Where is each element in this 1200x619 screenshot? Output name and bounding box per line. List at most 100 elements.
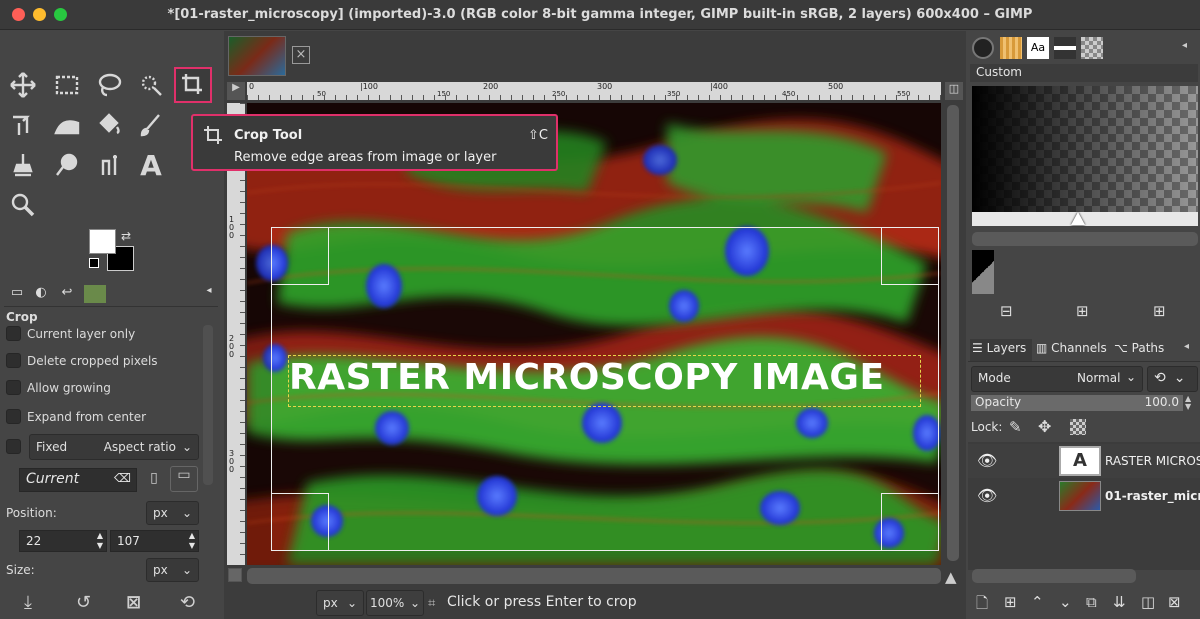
fixed-checkbox[interactable] (6, 439, 21, 454)
gradients-tab-icon[interactable] (1081, 37, 1103, 59)
composite-mode-dropdown[interactable]: ⟲ ⌄ (1147, 366, 1198, 392)
eye-icon[interactable]: 👁 (977, 451, 997, 470)
patterns-tab-icon[interactable] (1000, 37, 1022, 59)
rect-select-icon[interactable] (48, 67, 86, 103)
bucket-fill-icon[interactable] (90, 107, 128, 143)
delete-cropped-checkbox[interactable] (6, 353, 21, 368)
allow-growing-option[interactable]: Allow growing (6, 380, 111, 395)
fuzzy-select-icon[interactable] (132, 67, 170, 103)
horizontal-scrollbar[interactable] (247, 568, 941, 584)
allow-growing-checkbox[interactable] (6, 380, 21, 395)
lower-layer-icon[interactable]: ⌄ (1059, 593, 1072, 611)
layer-row[interactable]: 👁 A RASTER MICROS (968, 444, 1200, 478)
layers-scrollbar[interactable] (972, 569, 1136, 583)
device-status-tab-icon[interactable]: ◐ (30, 285, 52, 305)
delete-gradient-icon[interactable]: ⊟ (1000, 302, 1013, 320)
merge-layer-icon[interactable]: ⇊ (1113, 593, 1126, 611)
crop-handle-top-right[interactable] (881, 227, 939, 285)
image-canvas[interactable]: RASTER MICROSCOPY IMAGE (247, 103, 941, 565)
status-unit-dropdown[interactable]: px ⌄ (316, 590, 364, 616)
dock-menu-icon[interactable]: ◂ (1182, 40, 1187, 51)
layer-mask-icon[interactable]: ◫ (1141, 593, 1155, 611)
lock-position-icon[interactable]: ✥ (1038, 417, 1051, 436)
position-y-input[interactable]: 107 ▲ ▼ (110, 530, 199, 552)
new-gradient-icon[interactable]: ⊞ (1076, 302, 1089, 320)
opacity-slider[interactable]: Opacity 100.0 (971, 395, 1183, 411)
portrait-icon[interactable]: ▯ (143, 470, 165, 490)
position-unit-dropdown[interactable]: px ⌄ (146, 501, 199, 525)
default-colors-icon[interactable] (89, 258, 99, 268)
navigate-image-icon[interactable]: ▲ (945, 568, 961, 586)
delete-layer-icon[interactable]: ⊠ (1168, 593, 1181, 611)
landscape-icon[interactable]: ▭ (170, 466, 198, 492)
crop-handle-top-left[interactable] (271, 227, 329, 285)
expand-from-center-option[interactable]: Expand from center (6, 409, 146, 424)
undo-history-tab-icon[interactable]: ↩ (56, 285, 78, 305)
duplicate-gradient-icon[interactable]: ⊞ (1153, 302, 1166, 320)
spin-arrows-icon[interactable]: ▲ ▼ (189, 531, 195, 551)
duplicate-layer-icon[interactable]: ⧉ (1086, 593, 1097, 611)
lock-alpha-icon[interactable] (1070, 419, 1086, 435)
swap-colors-icon[interactable]: ⇄ (121, 229, 131, 243)
current-layer-only-checkbox[interactable] (6, 326, 21, 341)
image-tab-thumbnail[interactable] (228, 36, 286, 76)
delete-cropped-option[interactable]: Delete cropped pixels (6, 353, 158, 368)
gradient-midpoint-handle[interactable] (1071, 212, 1085, 225)
crop-handle-bottom-right[interactable] (881, 493, 939, 551)
foreground-color-swatch[interactable] (89, 229, 116, 254)
aspect-ratio-input[interactable]: Current ⌫ (19, 468, 137, 492)
zoom-dropdown[interactable]: 100% ⌄ (366, 590, 424, 616)
warp-icon[interactable] (48, 107, 86, 143)
clone-icon[interactable] (4, 147, 42, 183)
layer-mode-dropdown[interactable]: Mode Normal ⌄ (971, 366, 1143, 392)
raise-layer-icon[interactable]: ⌃ (1031, 593, 1044, 611)
tab-layers[interactable]: ☰ Layers (970, 339, 1032, 361)
new-layer-icon[interactable]: 🗋 (976, 593, 988, 618)
dock-menu-icon[interactable]: ◂ (198, 285, 220, 305)
quick-mask-icon[interactable] (228, 568, 242, 582)
smudge-icon[interactable] (48, 147, 86, 183)
gradient-thumbnail[interactable] (972, 250, 994, 294)
delete-options-icon[interactable]: ⊠ (126, 592, 141, 613)
spin-arrows-icon[interactable]: ▲ ▼ (97, 531, 103, 551)
fixed-aspect-dropdown[interactable]: Fixed Aspect ratio ⌄ (29, 434, 199, 460)
dock-menu-icon[interactable]: ◂ (1184, 341, 1189, 352)
layer-row[interactable]: 👁 01-raster_micros (968, 479, 1200, 513)
zoom-icon[interactable] (4, 187, 42, 223)
vertical-scrollbar-thumb[interactable] (947, 105, 959, 561)
tool-options-tab-icon[interactable]: ▭ (6, 285, 28, 305)
close-image-tab-icon[interactable]: × (292, 46, 310, 64)
navigate-menu-icon[interactable]: ▶ (227, 82, 245, 100)
new-layer-group-icon[interactable]: ⊞ (1004, 593, 1017, 611)
vertical-scrollbar[interactable] (944, 103, 962, 565)
tool-options-scrollbar[interactable] (203, 325, 213, 485)
save-options-icon[interactable]: ⤓ (24, 592, 32, 613)
crop-tool-button[interactable] (174, 67, 212, 103)
eye-icon[interactable]: 👁 (977, 486, 997, 505)
fixed-option[interactable] (6, 439, 21, 454)
expand-from-center-checkbox[interactable] (6, 409, 21, 424)
gradient-stops-bar[interactable] (972, 212, 1198, 226)
spin-arrows-icon[interactable]: ▲ ▼ (1185, 395, 1191, 411)
gradient-preview[interactable] (972, 86, 1198, 212)
position-x-input[interactable]: 22 ▲ ▼ (19, 530, 107, 552)
move-icon[interactable] (4, 67, 42, 103)
tab-channels[interactable]: ▥ Channels (1034, 339, 1110, 361)
brushes-tab-icon[interactable] (972, 37, 994, 59)
transform-icon[interactable] (4, 107, 42, 143)
color-picker-icon[interactable] (90, 147, 128, 183)
gradient-scrollbar[interactable] (972, 232, 1198, 246)
size-unit-dropdown[interactable]: px ⌄ (146, 558, 199, 582)
images-tab-icon[interactable] (84, 285, 106, 303)
text-icon[interactable]: A (132, 147, 170, 183)
reset-options-icon[interactable]: ⟲ (180, 592, 195, 613)
lock-pixels-icon[interactable]: ✎ (1009, 418, 1022, 436)
restore-options-icon[interactable]: ↺ (76, 592, 91, 613)
tab-paths[interactable]: ⌥ Paths (1112, 339, 1172, 361)
current-layer-only-option[interactable]: Current layer only (6, 326, 135, 341)
paintbrush-icon[interactable] (132, 107, 170, 143)
palettes-tab-icon[interactable] (1054, 37, 1076, 59)
crop-handle-bottom-left[interactable] (271, 493, 329, 551)
fonts-tab-icon[interactable]: Aa (1027, 37, 1049, 59)
lasso-icon[interactable] (90, 67, 128, 103)
